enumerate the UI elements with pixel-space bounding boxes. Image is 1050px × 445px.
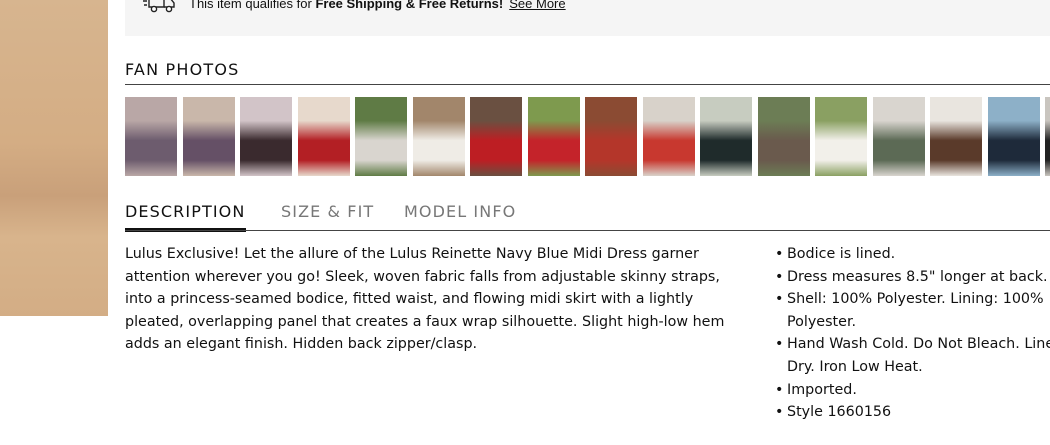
tab-size-fit[interactable]: SIZE & FIT	[281, 202, 374, 221]
fan-photos-carousel[interactable]	[125, 97, 1050, 176]
product-description: Lulus Exclusive! Let the allure of the L…	[125, 246, 725, 353]
fan-photo-thumbnail[interactable]	[355, 97, 407, 176]
detail-item: Imported.	[775, 379, 1050, 402]
fan-photo-thumbnail[interactable]	[470, 97, 522, 176]
see-more-link[interactable]: See More	[509, 0, 565, 11]
fan-photo-thumbnail[interactable]	[527, 97, 580, 176]
fan-photo-thumbnail[interactable]	[642, 97, 695, 176]
shipping-banner: This item qualifies for Free Shipping & …	[125, 0, 1050, 36]
product-info-tabs: DESCRIPTION SIZE & FIT MODEL INFO	[125, 202, 1050, 232]
detail-item: Shell: 100% Polyester. Lining: 100% Poly…	[775, 288, 1050, 333]
fan-photo-thumbnail[interactable]	[757, 97, 810, 176]
fan-photos-heading: FAN PHOTOS	[125, 60, 240, 79]
fan-photo-thumbnail[interactable]	[182, 97, 235, 176]
detail-item: Bodice is lined.	[775, 243, 1050, 266]
product-image-edge	[0, 0, 108, 316]
fan-photo-thumbnail[interactable]	[872, 97, 925, 176]
fan-photo-thumbnail[interactable]	[240, 97, 292, 176]
product-details-list: Bodice is lined. Dress measures 8.5" lon…	[775, 243, 1050, 424]
fan-photo-thumbnail[interactable]	[412, 97, 465, 176]
fan-photo-thumbnail[interactable]	[700, 97, 752, 176]
fan-photo-thumbnail[interactable]	[987, 97, 1040, 176]
fan-photo-thumbnail[interactable]	[297, 97, 350, 176]
detail-item: Hand Wash Cold. Do Not Bleach. Line Dry.…	[775, 333, 1050, 378]
detail-item: Dress measures 8.5" longer at back.	[775, 266, 1050, 289]
detail-item: Style 1660156	[775, 401, 1050, 424]
fan-photo-thumbnail[interactable]	[930, 97, 982, 176]
shipping-highlight: Free Shipping & Free Returns!	[315, 0, 504, 11]
delivery-truck-icon	[143, 0, 175, 13]
fan-photo-thumbnail[interactable]	[1045, 97, 1050, 176]
fan-photo-thumbnail[interactable]	[125, 97, 177, 176]
tab-model-info[interactable]: MODEL INFO	[404, 202, 516, 221]
shipping-prefix: This item qualifies for	[189, 0, 316, 11]
tab-description[interactable]: DESCRIPTION	[125, 202, 245, 221]
fan-photo-thumbnail[interactable]	[585, 97, 637, 176]
fan-photo-thumbnail[interactable]	[815, 97, 867, 176]
shipping-message: This item qualifies for Free Shipping & …	[189, 0, 566, 11]
divider	[125, 230, 1050, 231]
divider	[125, 84, 1050, 85]
